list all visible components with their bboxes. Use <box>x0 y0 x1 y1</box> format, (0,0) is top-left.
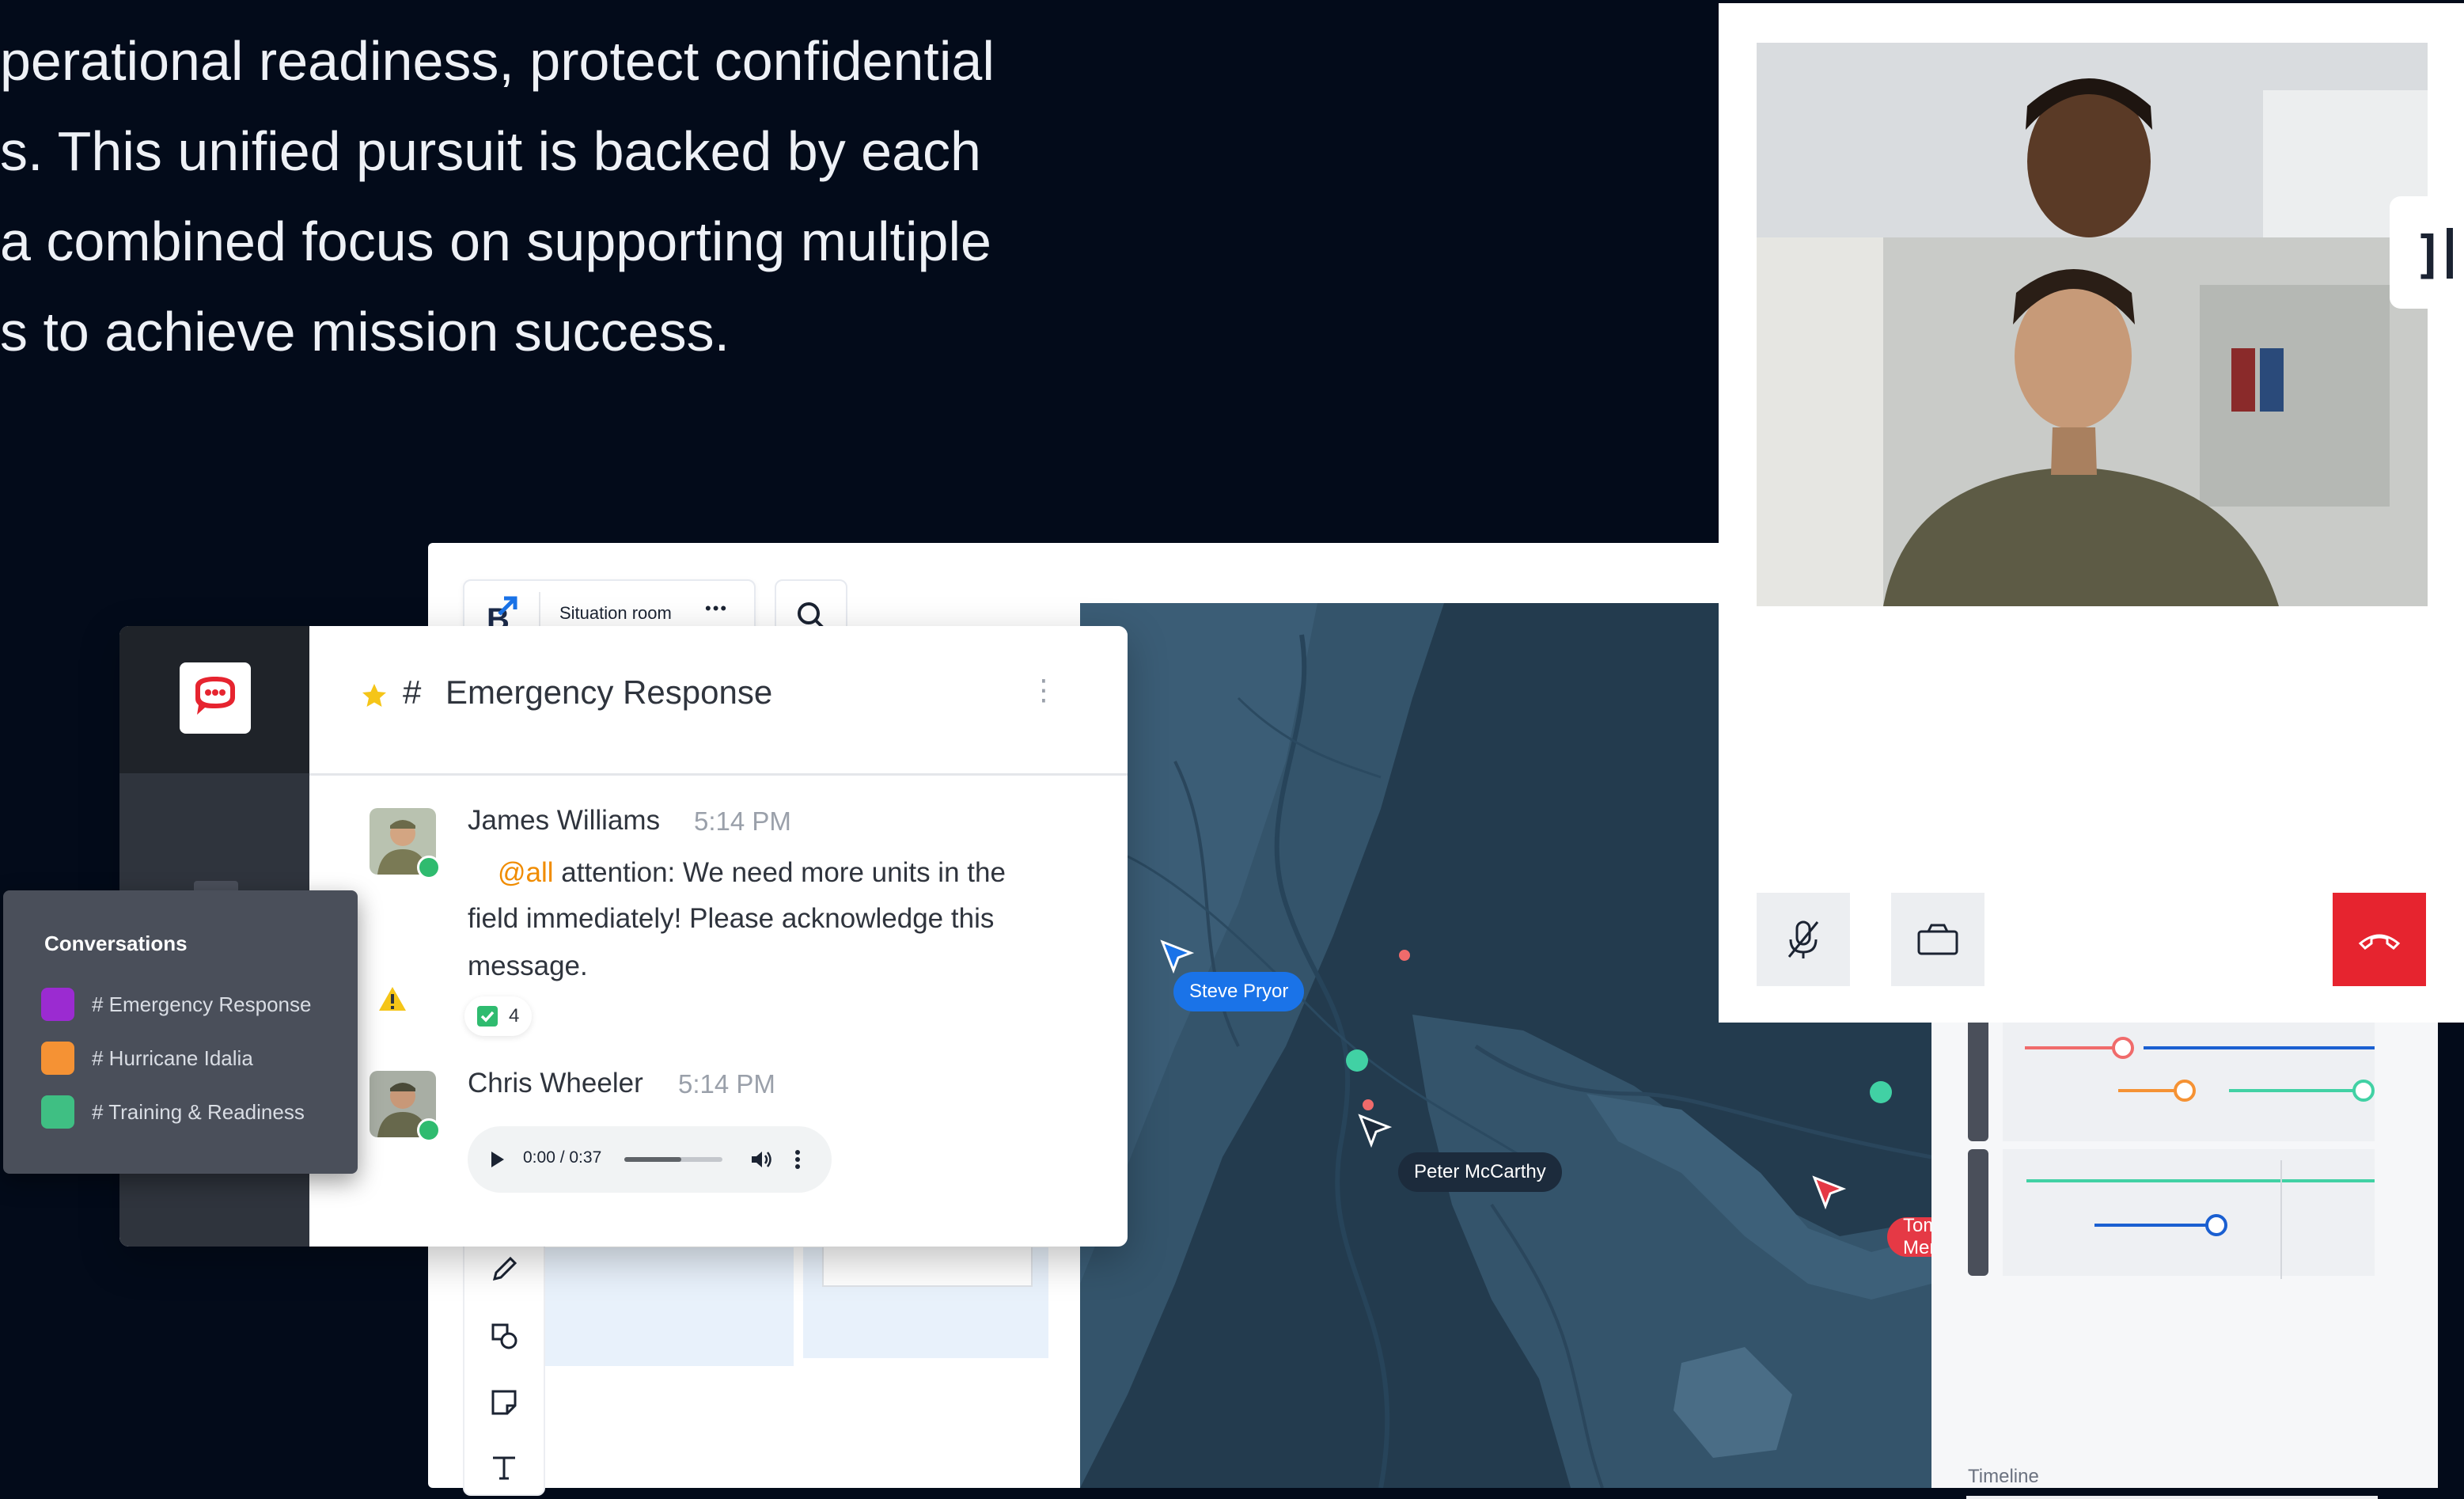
channel-color-swatch <box>41 988 74 1021</box>
camera-toggle-button[interactable] <box>1891 893 1984 986</box>
timeline-chart <box>2025 1037 2375 1279</box>
volume-icon[interactable] <box>749 1148 773 1171</box>
board-card-inner <box>822 1247 1033 1287</box>
online-status-dot <box>417 856 441 879</box>
cursor-icon <box>1160 939 1194 973</box>
microphone-off-icon <box>1787 920 1819 958</box>
audio-time: 0:00 / 0:37 <box>523 1148 602 1167</box>
video-call-panel <box>1719 3 2464 1023</box>
conversation-label: # Emergency Response <box>92 992 312 1016</box>
message-text: attention: We need more units in the <box>553 857 1006 888</box>
cursor-icon <box>1812 1175 1846 1209</box>
end-call-button[interactable] <box>2333 893 2426 986</box>
more-options-button[interactable]: ••• <box>705 598 728 619</box>
hero-line: s. This unified pursuit is backed by eac… <box>0 120 981 182</box>
channel-color-swatch <box>41 1042 74 1075</box>
text-tool-icon[interactable] <box>488 1452 520 1483</box>
conversation-label: # Hurricane Idalia <box>92 1046 253 1070</box>
chat-logo-icon <box>195 677 235 715</box>
app-title: Situation room <box>559 603 672 623</box>
audio-player[interactable]: 0:00 / 0:37 <box>468 1126 832 1193</box>
user-tag-peter-mccarthy: Peter McCarthy <box>1398 1152 1562 1192</box>
hang-up-icon <box>2358 934 2401 950</box>
audio-progress-fill <box>624 1157 681 1162</box>
conversation-item-training-readiness[interactable]: # Training & Readiness <box>41 1095 305 1129</box>
sticky-note-icon[interactable] <box>488 1387 520 1418</box>
board-card <box>539 1247 794 1366</box>
message-text-line: field immediately! Please acknowledge th… <box>468 903 995 934</box>
warning-icon <box>379 987 406 1011</box>
conversations-title: Conversations <box>44 932 188 955</box>
side-card[interactable]: ] <box>2390 196 2464 309</box>
video-feed-participant-2[interactable] <box>1757 237 2428 606</box>
message-text-line: message. <box>468 951 588 981</box>
mention-tag[interactable]: @all <box>498 857 554 888</box>
play-icon[interactable] <box>488 1150 506 1169</box>
channel-header: # Emergency Response ⋮ <box>309 626 1128 776</box>
channel-menu-button[interactable]: ⋮ <box>1029 674 1058 707</box>
shapes-icon[interactable] <box>488 1320 520 1352</box>
timeline-track <box>1968 1018 1988 1141</box>
timeline-track <box>1968 1149 1988 1276</box>
channel-title: Emergency Response <box>445 674 773 711</box>
pencil-icon[interactable] <box>488 1254 520 1285</box>
channel-hash: # <box>403 674 422 711</box>
camera-icon <box>1917 924 1958 955</box>
conversation-label: # Training & Readiness <box>92 1099 305 1124</box>
cursor-icon <box>1358 1114 1392 1148</box>
conversations-popup: Conversations # Emergency Response # Hur… <box>3 890 358 1174</box>
bracket-icon: ] <box>2413 226 2444 285</box>
reaction-button[interactable]: 4 <box>464 996 533 1036</box>
hero-line: perational readiness, protect confidenti… <box>0 30 995 92</box>
audio-progress-track[interactable] <box>624 1157 722 1162</box>
conversation-item-emergency-response[interactable]: # Emergency Response <box>41 987 311 1022</box>
channel-color-swatch <box>41 1095 74 1129</box>
check-mark-icon <box>477 1006 498 1027</box>
conversation-item-hurricane-idalia[interactable]: # Hurricane Idalia <box>41 1041 253 1076</box>
message-author[interactable]: Chris Wheeler <box>468 1068 643 1099</box>
hero-line: s to achieve mission success. <box>0 301 730 362</box>
message-time: 5:14 PM <box>678 1069 775 1099</box>
star-icon[interactable] <box>360 681 389 710</box>
timeline-label: Timeline <box>1968 1466 2039 1487</box>
hero-paragraph: perational readiness, protect confidenti… <box>0 0 1124 377</box>
reaction-count: 4 <box>509 1005 520 1027</box>
message-text-line: @all attention: We need more units in th… <box>468 857 1006 889</box>
hero-line: a combined focus on supporting multiple <box>0 211 991 272</box>
mute-microphone-button[interactable] <box>1757 893 1850 986</box>
drawing-toolbar <box>463 1224 545 1496</box>
message-time: 5:14 PM <box>694 806 791 836</box>
online-status-dot <box>417 1118 441 1142</box>
message-author[interactable]: James Williams <box>468 805 660 837</box>
chat-app-logo[interactable] <box>180 662 251 734</box>
more-vertical-icon[interactable] <box>794 1148 802 1171</box>
board-card <box>803 1247 1048 1358</box>
participant-video-image <box>1757 237 2428 606</box>
user-tag-steve-pryor: Steve Pryor <box>1173 972 1305 1011</box>
